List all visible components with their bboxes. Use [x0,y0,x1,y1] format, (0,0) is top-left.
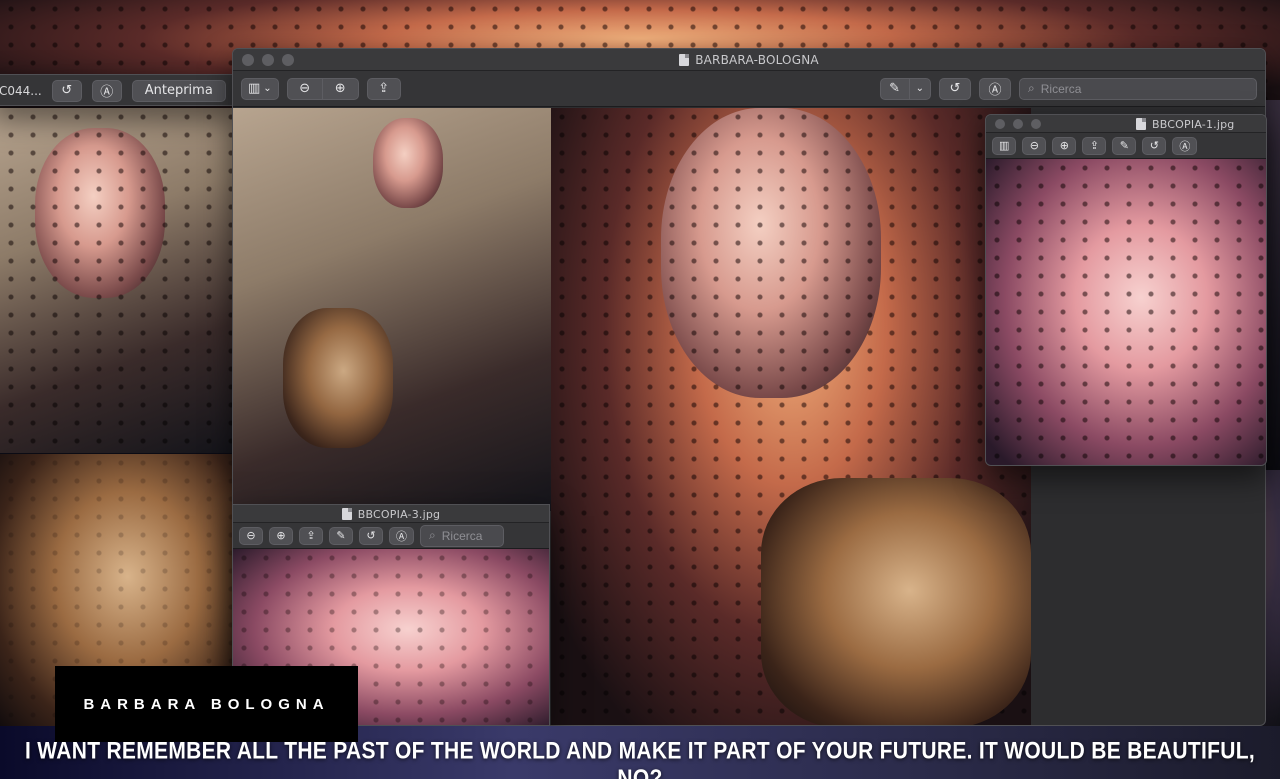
background-window-title: C044... [0,83,42,98]
rotate-icon: ↺ [366,529,376,542]
main-window-title: BARBARA-BOLOGNA [695,53,819,67]
zoom-button[interactable] [282,53,294,66]
background-markup-button[interactable]: Ⓐ [91,79,122,102]
pen-button[interactable]: ✎ [329,526,353,545]
copia1-toolbar: ▥ ⊖ ⊕ ⇪ ✎ ↺ Ⓐ [986,133,1266,159]
search-icon: ⌕ [429,528,436,542]
bg-photo-left-top [0,108,232,453]
pen-icon: ✎ [889,81,901,96]
pen-icon: ✎ [336,529,346,542]
copia3-titlebar: BBCOPIA-3.jpg [233,505,549,523]
zoom-in-button[interactable]: ⊕ [322,77,359,100]
main-titlebar: BARBARA-BOLOGNA [233,49,1265,71]
main-toolbar: ▥ ⌄ ⊖ ⊕ ⇪ ✎ ⌄ ↺ Ⓐ ⌕ [233,71,1265,107]
chevron-down-icon: ⌄ [263,83,272,94]
rotate-button[interactable]: ↺ [359,526,383,545]
content-photo-left [233,108,551,511]
markup-icon: Ⓐ [396,529,407,543]
markup-icon: Ⓐ [100,85,114,100]
zoom-in-icon: ⊕ [1059,139,1070,152]
markup-pen-group: ✎ ⌄ [879,77,931,100]
search-icon: ⌕ [1028,81,1035,95]
zoom-out-icon: ⊖ [1029,139,1040,152]
background-rotate-button[interactable]: ↺ [51,79,82,102]
zoom-out-icon: ⊖ [299,81,311,96]
window-controls [986,118,1041,129]
bg-photo-right-top [1265,100,1280,470]
window-controls [233,53,294,66]
share-button[interactable]: ⇪ [366,77,401,100]
zoom-out-button[interactable]: ⊖ [239,526,263,545]
pen-button[interactable]: ✎ [879,77,910,100]
zoom-in-button[interactable]: ⊕ [269,526,293,545]
copia1-window: BBCOPIA-1.jpg ▥ ⊖ ⊕ ⇪ ✎ ↺ Ⓐ [985,114,1267,466]
close-button[interactable] [242,53,254,66]
share-button[interactable]: ⇪ [1082,136,1107,155]
sidebar-icon: ▥ [999,139,1010,152]
copia1-photo [986,159,1266,465]
preview-label: Anteprima [144,83,213,98]
share-icon: ⇪ [1089,139,1100,152]
copia3-toolbar: ⊖ ⊕ ⇪ ✎ ↺ Ⓐ ⌕ [233,523,549,549]
pen-icon: ✎ [1119,139,1130,152]
document-icon [1136,118,1146,130]
document-icon [341,508,352,520]
content-photo-center [551,108,1031,725]
rotate-button[interactable]: ↺ [939,77,971,100]
share-icon: ⇪ [306,529,316,542]
copia1-titlebar: BBCOPIA-1.jpg [986,115,1266,133]
caption-text: I WANT REMEMBER ALL THE PAST OF THE WORL… [25,737,1255,779]
zoom-out-icon: ⊖ [246,529,256,542]
close-button[interactable] [995,118,1005,129]
background-preview-button[interactable]: Anteprima [131,79,226,102]
minimize-button[interactable] [1013,118,1023,129]
copia1-title: BBCOPIA-1.jpg [1152,117,1235,131]
pen-menu-button[interactable]: ⌄ [909,77,931,100]
markup-button[interactable]: Ⓐ [389,526,414,545]
sidebar-toggle-button[interactable]: ▥ [992,136,1017,155]
search-input[interactable] [1040,81,1248,96]
artist-name-box: BARBARA BOLOGNA [55,666,358,742]
markup-button[interactable]: Ⓐ [1172,136,1198,155]
zoom-in-icon: ⊕ [276,529,286,542]
search-field[interactable]: ⌕ [1019,77,1257,100]
zoom-controls: ⊖ ⊕ [286,77,359,100]
zoom-in-button[interactable]: ⊕ [1052,136,1077,155]
document-icon [679,54,690,66]
copia3-title: BBCOPIA-3.jpg [357,507,441,521]
rotate-icon: ↺ [949,81,961,96]
rotate-button[interactable]: ↺ [1142,136,1167,155]
minimize-button[interactable] [262,53,274,66]
background-preview-window: C044... ↺ Ⓐ Anteprima [0,74,240,106]
markup-icon: Ⓐ [1179,139,1191,153]
sidebar-icon: ▥ [248,81,261,96]
copia3-search-field[interactable]: ⌕ [420,524,504,547]
artist-name: BARBARA BOLOGNA [83,695,330,713]
rotate-icon: ↺ [61,83,73,98]
rotate-icon: ↺ [1149,139,1160,152]
pen-button[interactable]: ✎ [1112,136,1137,155]
markup-button[interactable]: Ⓐ [979,77,1011,100]
chevron-down-icon: ⌄ [915,83,924,94]
markup-icon: Ⓐ [988,83,1002,98]
zoom-out-button[interactable]: ⊖ [1022,136,1047,155]
zoom-button[interactable] [1031,118,1041,129]
share-icon: ⇪ [378,81,390,96]
zoom-out-button[interactable]: ⊖ [286,77,323,100]
copia3-search-input[interactable] [441,528,495,543]
sidebar-toggle-button[interactable]: ▥ ⌄ [241,77,279,100]
share-button[interactable]: ⇪ [299,526,323,545]
zoom-in-icon: ⊕ [334,81,346,96]
